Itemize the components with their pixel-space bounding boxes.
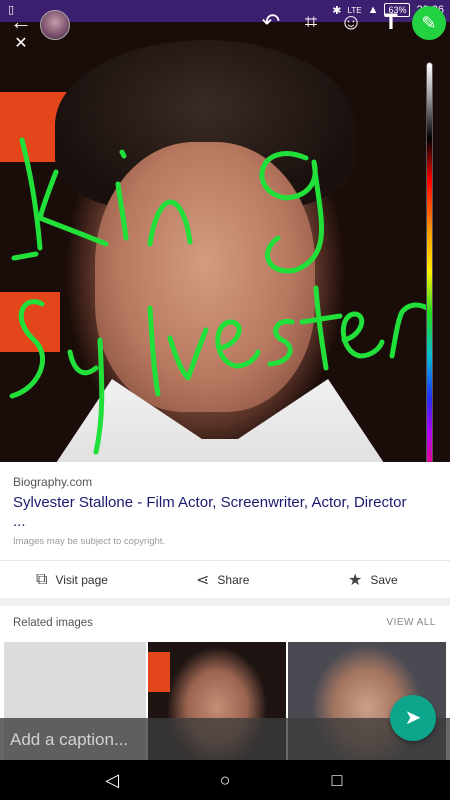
visit-page-button[interactable]: ⧉ Visit page: [36, 562, 108, 598]
color-picker-slider[interactable]: [426, 62, 433, 482]
copyright-note: Images may be subject to copyright.: [13, 536, 166, 547]
result-title[interactable]: Sylvester Stallone - Film Actor, Screenw…: [13, 493, 413, 513]
caption-input[interactable]: [10, 728, 340, 752]
emoji-icon[interactable]: ☺: [336, 10, 366, 38]
divider: [0, 560, 450, 561]
handwritten-annotation: [9, 137, 433, 455]
text-icon[interactable]: T: [376, 10, 406, 38]
save-button[interactable]: ★ Save: [348, 562, 398, 598]
navigation-bar: ◁ ○ □: [0, 760, 450, 800]
open-external-icon: ⧉: [36, 571, 48, 588]
source-domain: Biography.com: [13, 475, 93, 489]
star-icon: ★: [348, 572, 363, 589]
thumbnail-background: [148, 652, 170, 692]
pencil-icon[interactable]: ✎: [412, 6, 446, 40]
crop-icon[interactable]: ⌗: [296, 10, 326, 38]
related-images-label: Related images: [13, 617, 93, 629]
section-divider: [0, 598, 450, 606]
result-actions: ⧉ Visit page ⋖ Share ★ Save: [0, 562, 450, 598]
avatar[interactable]: [40, 10, 70, 40]
nav-home-icon[interactable]: ○: [210, 768, 240, 792]
send-button[interactable]: ➤: [390, 695, 436, 741]
result-title-ellipsis: ...: [13, 513, 26, 530]
share-icon: ⋖: [196, 572, 210, 589]
visit-page-label: Visit page: [55, 573, 108, 587]
close-icon[interactable]: ✕: [6, 32, 36, 60]
caption-bar: [0, 718, 450, 760]
share-button[interactable]: ⋖ Share: [196, 562, 249, 598]
nav-recents-icon[interactable]: □: [322, 768, 352, 792]
nav-back-icon[interactable]: ◁: [97, 768, 127, 792]
save-label: Save: [370, 573, 398, 587]
related-images-header: Related images VIEW ALL: [0, 606, 450, 646]
view-all-link[interactable]: VIEW ALL: [386, 617, 436, 628]
share-label: Share: [217, 573, 250, 587]
undo-icon[interactable]: ↶: [256, 10, 286, 38]
